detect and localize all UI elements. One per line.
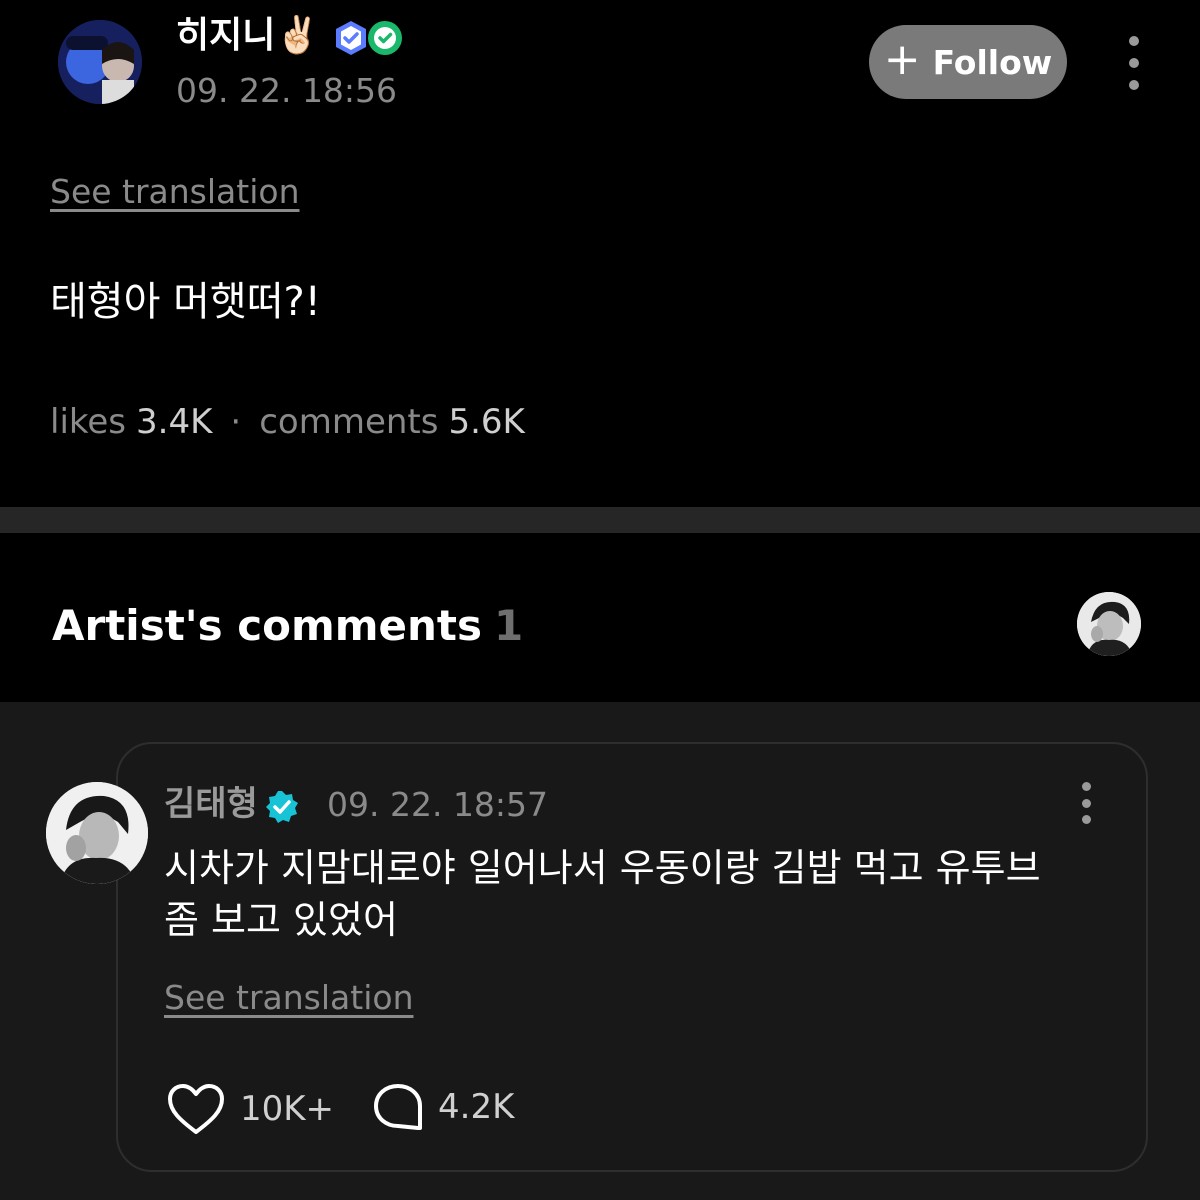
comment-text-line: 시차가 지맘대로야 일어나서 우동이랑 김밥 먹고 유투브 [164, 846, 1041, 890]
post-stats: likes 3.4K · comments 5.6K [50, 400, 525, 444]
comment-see-translation-link[interactable]: See translation [164, 978, 413, 1018]
section-divider [0, 507, 1200, 533]
fan-badge-icon [368, 21, 402, 55]
commenter-avatar-image [46, 782, 148, 884]
more-dot [1081, 798, 1091, 808]
comments-label: comments [259, 402, 439, 442]
comment-more-options-button[interactable] [1075, 782, 1097, 824]
artist-comments-count: 1 [494, 601, 524, 650]
author-avatar[interactable] [58, 20, 142, 104]
likes-count: 3.4K [136, 402, 213, 442]
more-dot [1129, 80, 1139, 90]
more-dot [1081, 815, 1091, 824]
comment-text: 시차가 지맘대로야 일어나서 우동이랑 김밥 먹고 유투브 좀 보고 있었어 [164, 842, 1094, 946]
post-page: 히지니✌🏻 09. 22. 18:56 + Follow See transla… [0, 0, 1200, 1200]
comment-bubble-icon [374, 1084, 422, 1130]
heart-icon [168, 1084, 224, 1134]
comment-reply-button[interactable]: 4.2K [372, 1082, 514, 1132]
artist-avatar-small-image [1077, 592, 1141, 656]
likes-label: likes [50, 402, 127, 442]
comment-reply-count: 4.2K [438, 1087, 515, 1127]
comment-timestamp: 09. 22. 18:57 [327, 785, 549, 824]
plus-icon: + [883, 34, 921, 85]
comments-count: 5.6K [448, 402, 525, 442]
stats-separator: · [230, 402, 242, 442]
artist-comments-area: 김태형 09. 22. 18:57 시차가 지맘대로야 일어나서 우동이랑 김밥… [0, 702, 1200, 1200]
commenter-avatar[interactable] [46, 782, 148, 884]
artist-avatar-small[interactable] [1077, 592, 1141, 656]
post-see-translation-link[interactable]: See translation [50, 172, 299, 212]
follow-label: Follow [932, 42, 1053, 82]
post-header: 히지니✌🏻 09. 22. 18:56 + Follow [0, 0, 1200, 130]
post-more-options-button[interactable] [1118, 36, 1150, 90]
more-vertical-icon [1081, 782, 1091, 791]
author-badges [332, 19, 404, 57]
post-timestamp: 09. 22. 18:56 [176, 71, 398, 110]
verified-icon [266, 791, 298, 823]
follow-button[interactable]: + Follow [869, 25, 1067, 99]
comment-like-button[interactable]: 10K+ [166, 1082, 334, 1136]
comment-text-line: 좀 보고 있었어 [164, 898, 398, 942]
artist-comments-label: Artist's comments [52, 601, 482, 650]
more-vertical-icon [1129, 36, 1139, 46]
more-dot [1129, 58, 1139, 68]
author-name[interactable]: 히지니✌🏻 [176, 14, 320, 58]
membership-badge-icon [336, 21, 366, 55]
artist-comments-title: Artist's comments 1 [52, 598, 523, 654]
commenter-name[interactable]: 김태형 [164, 782, 258, 826]
post-text: 태형아 머햇떠?! [50, 279, 321, 325]
author-avatar-image [58, 20, 142, 104]
comment-like-count: 10K+ [240, 1089, 335, 1129]
